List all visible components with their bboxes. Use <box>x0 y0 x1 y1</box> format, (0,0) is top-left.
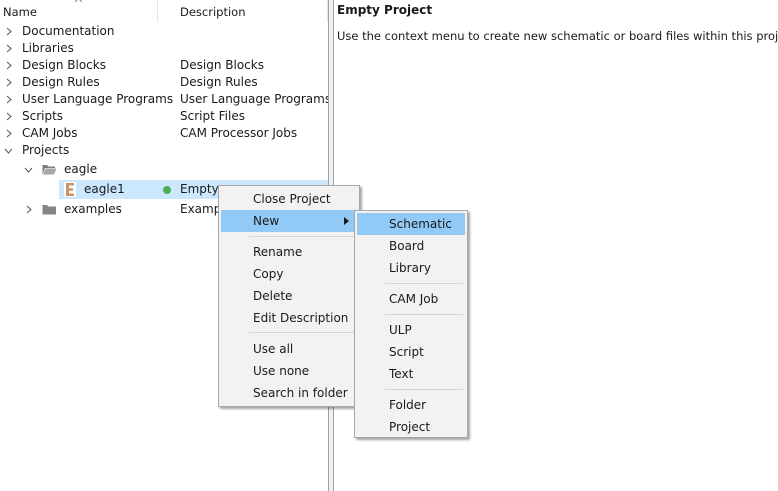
tree-row-label: Design Rules <box>22 75 100 89</box>
menu-separator <box>385 283 463 284</box>
menu-item-copy[interactable]: Copy <box>221 263 357 285</box>
chevron-down-icon[interactable] <box>24 165 33 174</box>
sort-ascending-icon[interactable] <box>74 0 83 3</box>
submenu-item-project[interactable]: Project <box>357 416 465 438</box>
project-status-indicator <box>163 186 171 194</box>
name-column-header[interactable]: Name <box>3 0 37 22</box>
menu-separator <box>385 389 463 390</box>
tree-row-libraries[interactable]: Libraries <box>0 40 328 57</box>
folder-open-icon <box>42 165 57 175</box>
submenu-item-library[interactable]: Library <box>357 257 465 279</box>
submenu-item-cam-job[interactable]: CAM Job <box>357 288 465 310</box>
tree-row-documentation[interactable]: Documentation <box>0 23 328 40</box>
menu-separator <box>249 332 355 333</box>
chevron-right-icon[interactable] <box>4 61 13 70</box>
tree-row-label: Documentation <box>22 24 115 38</box>
tree-row-scripts[interactable]: Scripts Script Files <box>0 108 328 125</box>
tree-row-eagle-folder[interactable]: eagle <box>0 161 328 178</box>
tree-row-projects[interactable]: Projects <box>0 142 328 159</box>
menu-item-use-all[interactable]: Use all <box>221 338 357 360</box>
submenu-item-schematic[interactable]: Schematic <box>357 213 465 235</box>
tree-row-label: Projects <box>22 143 70 157</box>
menu-item-rename[interactable]: Rename <box>221 241 357 263</box>
context-menu: Close Project New Rename Copy Delete Edi… <box>218 185 360 407</box>
submenu-item-folder[interactable]: Folder <box>357 394 465 416</box>
tree-row-description: Design Rules <box>180 75 258 89</box>
tree-row-description: Design Blocks <box>180 58 264 72</box>
tree-row-description: Empty <box>180 182 219 196</box>
menu-item-search-in-folder[interactable]: Search in folder <box>221 382 357 404</box>
menu-item-use-none[interactable]: Use none <box>221 360 357 382</box>
chevron-right-icon[interactable] <box>24 205 33 214</box>
menu-item-close-project[interactable]: Close Project <box>221 188 357 210</box>
chevron-right-icon[interactable] <box>4 112 13 121</box>
tree-row-label: eagle <box>64 162 98 176</box>
tree-row-label: Design Blocks <box>22 58 106 72</box>
tree-row-description: CAM Processor Jobs <box>180 126 298 140</box>
detail-description: Use the context menu to create new schem… <box>337 29 778 43</box>
tree-row-label: examples <box>64 202 122 216</box>
column-divider[interactable] <box>157 0 158 22</box>
tree-row-description: User Language Programs <box>180 92 328 106</box>
folder-icon <box>42 205 56 215</box>
tree-row-label: eagle1 <box>84 182 125 196</box>
detail-title: Empty Project <box>337 3 433 17</box>
tree-row-label: Libraries <box>22 41 74 55</box>
chevron-right-icon[interactable] <box>4 129 13 138</box>
tree-row-label: CAM Jobs <box>22 126 78 140</box>
tree-row-cam-jobs[interactable]: CAM Jobs CAM Processor Jobs <box>0 125 328 142</box>
tree-row-design-blocks[interactable]: Design Blocks Design Blocks <box>0 57 328 74</box>
description-column-header[interactable]: Description <box>180 0 246 22</box>
tree-row-description: Script Files <box>180 109 245 123</box>
chevron-right-icon[interactable] <box>4 27 13 36</box>
chevron-right-icon[interactable] <box>4 44 13 53</box>
menu-item-edit-description[interactable]: Edit Description <box>221 307 357 329</box>
chevron-right-icon[interactable] <box>4 95 13 104</box>
submenu-item-ulp[interactable]: ULP <box>357 319 465 341</box>
menu-item-delete[interactable]: Delete <box>221 285 357 307</box>
menu-separator <box>385 314 463 315</box>
chevron-down-icon[interactable] <box>4 146 13 155</box>
menu-separator <box>249 236 355 237</box>
tree-row-user-language-programs[interactable]: User Language Programs User Language Pro… <box>0 91 328 108</box>
tree-row-label: Scripts <box>22 109 64 123</box>
submenu-item-board[interactable]: Board <box>357 235 465 257</box>
tree-row-label: User Language Programs <box>22 92 174 106</box>
eagle-project-icon <box>64 182 76 197</box>
new-submenu: Schematic Board Library CAM Job ULP Scri… <box>354 210 468 438</box>
submenu-item-text[interactable]: Text <box>357 363 465 385</box>
chevron-right-icon[interactable] <box>4 78 13 87</box>
submenu-item-script[interactable]: Script <box>357 341 465 363</box>
menu-item-new-label: New <box>253 214 280 228</box>
tree-row-design-rules[interactable]: Design Rules Design Rules <box>0 74 328 91</box>
submenu-arrow-icon <box>344 217 349 225</box>
menu-item-new[interactable]: New <box>221 210 357 232</box>
